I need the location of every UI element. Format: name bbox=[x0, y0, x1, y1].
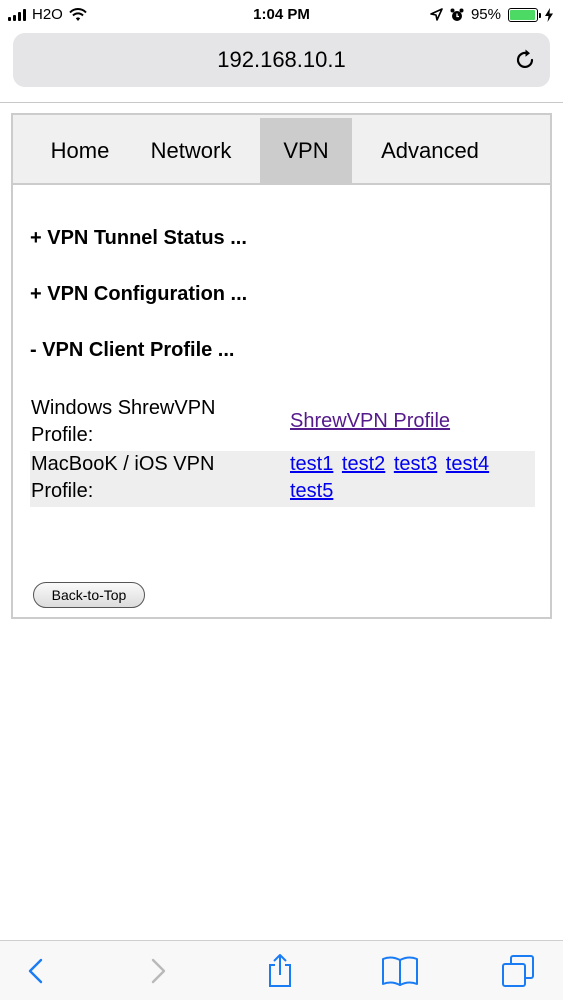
status-bar: H2O 1:04 PM 95% bbox=[0, 0, 563, 30]
main-panel: Home Network VPN Advanced + VPN Tunnel S… bbox=[11, 113, 552, 619]
alarm-clock-icon bbox=[450, 8, 464, 21]
test5-link[interactable]: test5 bbox=[290, 480, 333, 502]
nav-bar: Home Network VPN Advanced bbox=[13, 115, 550, 185]
chevron-right-icon bbox=[151, 958, 166, 984]
battery-fill bbox=[510, 9, 535, 20]
vpn-tunnel-status-toggle[interactable]: + VPN Tunnel Status ... bbox=[30, 227, 247, 250]
address-bar[interactable]: 192.168.10.1 bbox=[13, 33, 550, 87]
label-line: Profile: bbox=[31, 424, 94, 446]
label-line: Windows ShrewVPN bbox=[31, 397, 216, 419]
table-row: MacBooK / iOS VPN Profile: test1 test2 t… bbox=[30, 451, 535, 507]
vpn-client-profile-toggle[interactable]: - VPN Client Profile ... bbox=[30, 339, 234, 362]
back-button[interactable] bbox=[18, 953, 54, 989]
test2-link[interactable]: test2 bbox=[342, 453, 385, 475]
location-arrow-icon bbox=[430, 8, 443, 21]
tabs-icon bbox=[502, 955, 534, 987]
macbook-profile-label: MacBooK / iOS VPN Profile: bbox=[31, 451, 271, 505]
test3-link[interactable]: test3 bbox=[394, 453, 437, 475]
label-line: MacBooK / iOS VPN bbox=[31, 453, 215, 475]
battery-percent: 95% bbox=[470, 6, 501, 23]
test4-link[interactable]: test4 bbox=[446, 453, 489, 475]
book-icon bbox=[382, 956, 418, 986]
toolbar-divider bbox=[0, 102, 563, 103]
bookmarks-button[interactable] bbox=[380, 953, 420, 989]
url-text[interactable]: 192.168.10.1 bbox=[13, 47, 550, 73]
status-right: 95% bbox=[430, 6, 553, 23]
vpn-configuration-toggle[interactable]: + VPN Configuration ... bbox=[30, 283, 247, 306]
profile-table: Windows ShrewVPN Profile: ShrewVPN Profi… bbox=[30, 395, 535, 507]
windows-profile-value: ShrewVPN Profile bbox=[290, 408, 535, 435]
forward-button[interactable] bbox=[140, 953, 176, 989]
tab-network[interactable]: Network bbox=[135, 118, 247, 184]
macbook-profile-links: test1 test2 test3 test4 test5 bbox=[290, 451, 535, 505]
tab-home[interactable]: Home bbox=[25, 118, 135, 184]
test1-link[interactable]: test1 bbox=[290, 453, 333, 475]
tabs-button[interactable] bbox=[500, 953, 536, 989]
back-to-top-button[interactable]: Back-to-Top bbox=[33, 582, 145, 608]
battery-icon bbox=[508, 7, 541, 22]
tab-vpn[interactable]: VPN bbox=[260, 118, 352, 184]
reload-icon[interactable] bbox=[512, 47, 538, 73]
table-row: Windows ShrewVPN Profile: ShrewVPN Profi… bbox=[30, 395, 535, 451]
share-button[interactable] bbox=[262, 953, 298, 989]
label-line: Profile: bbox=[31, 480, 94, 502]
tab-advanced[interactable]: Advanced bbox=[365, 118, 495, 184]
shrewvpn-profile-link[interactable]: ShrewVPN Profile bbox=[290, 410, 450, 432]
windows-profile-label: Windows ShrewVPN Profile: bbox=[31, 395, 271, 449]
bottom-toolbar bbox=[0, 940, 563, 1000]
chevron-left-icon bbox=[28, 958, 43, 984]
charging-bolt-icon bbox=[545, 7, 553, 22]
share-icon bbox=[269, 954, 291, 987]
